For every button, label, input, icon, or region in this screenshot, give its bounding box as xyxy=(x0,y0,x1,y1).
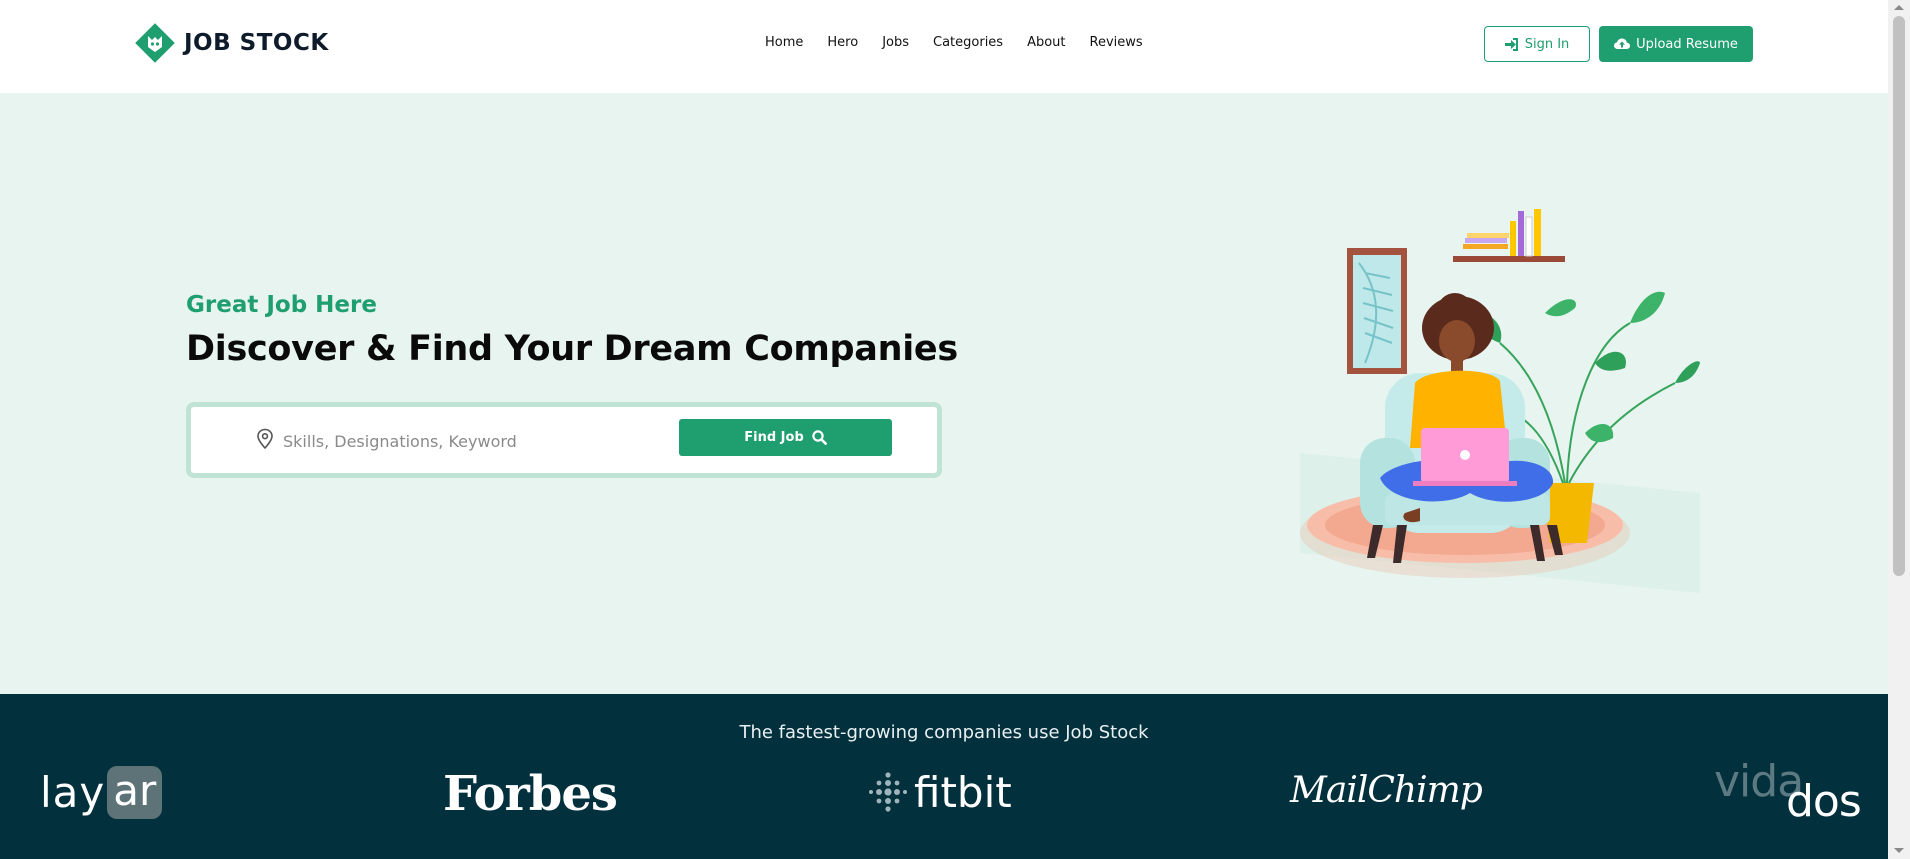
logo[interactable]: JOB STOCK xyxy=(132,20,329,66)
layar-logo[interactable]: lay ar xyxy=(40,766,163,819)
forbes-logo[interactable]: Forbes xyxy=(443,766,618,822)
hero-illustration xyxy=(1300,209,1700,593)
cloud-upload-icon xyxy=(1614,38,1631,49)
nav-reviews[interactable]: Reviews xyxy=(1090,35,1143,50)
hero-section: Great Job Here Discover & Find Your Drea… xyxy=(0,93,1888,694)
location-pin-icon xyxy=(257,428,273,450)
scroll-down-arrow-icon[interactable] xyxy=(1894,848,1904,853)
companies-band: The fastest-growing companies use Job St… xyxy=(0,694,1888,859)
page-scrollbar[interactable] xyxy=(1888,0,1910,859)
mailchimp-logo[interactable]: MailChimp xyxy=(1290,770,1483,811)
fitbit-text: fitbit xyxy=(914,768,1012,817)
logo-text: JOB STOCK xyxy=(184,30,329,56)
site-header: JOB STOCK Home Hero Jobs Categories Abou… xyxy=(0,0,1888,93)
layar-text-b: ar xyxy=(107,766,163,819)
main-nav: Home Hero Jobs Categories About Reviews xyxy=(765,35,1167,50)
layar-text-a: lay xyxy=(40,768,106,817)
sign-in-button[interactable]: Sign In xyxy=(1484,26,1590,62)
logo-icon xyxy=(135,23,175,63)
search-icon xyxy=(812,430,827,445)
search-input[interactable] xyxy=(281,425,665,457)
scrollbar-thumb[interactable] xyxy=(1893,16,1905,576)
sign-in-icon xyxy=(1504,37,1518,51)
hero-subtitle: Great Job Here xyxy=(186,292,377,318)
sign-in-label: Sign In xyxy=(1524,36,1570,52)
fitbit-logo[interactable]: fitbit xyxy=(868,768,1012,817)
search-form: Find Job xyxy=(186,402,942,478)
vidados-logo[interactable]: vida dos xyxy=(1714,756,1874,827)
find-job-label: Find Job xyxy=(744,430,804,445)
nav-categories[interactable]: Categories xyxy=(933,35,1003,50)
nav-jobs[interactable]: Jobs xyxy=(882,35,909,50)
nav-home[interactable]: Home xyxy=(765,35,803,50)
hero-title: Discover & Find Your Dream Companies xyxy=(186,329,958,369)
companies-heading: The fastest-growing companies use Job St… xyxy=(739,722,1149,743)
upload-resume-label: Upload Resume xyxy=(1636,36,1738,52)
nav-about[interactable]: About xyxy=(1027,35,1065,50)
find-job-button[interactable]: Find Job xyxy=(679,419,892,456)
nav-hero[interactable]: Hero xyxy=(827,35,858,50)
upload-resume-button[interactable]: Upload Resume xyxy=(1599,26,1753,62)
scroll-up-arrow-icon[interactable] xyxy=(1894,5,1904,10)
vidados-text-b: dos xyxy=(1786,776,1862,827)
fitbit-dots-icon xyxy=(869,771,907,812)
